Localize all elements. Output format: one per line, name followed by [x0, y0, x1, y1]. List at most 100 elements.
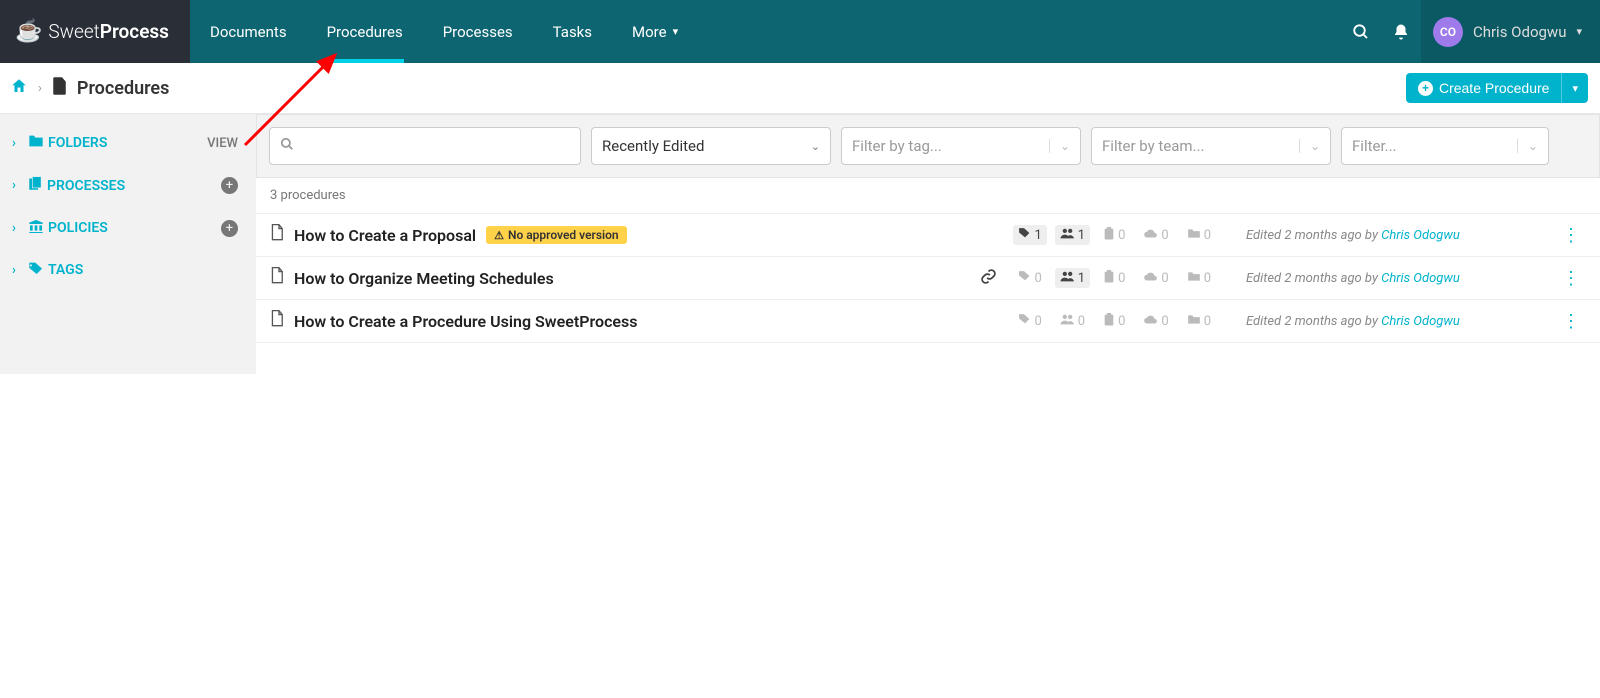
- search-icon[interactable]: [1341, 0, 1381, 63]
- metric-tasks[interactable]: 0: [1098, 268, 1130, 289]
- nav-item-processes[interactable]: Processes: [423, 0, 533, 63]
- cloud-icon: [1143, 228, 1158, 243]
- nav-right: CO Chris Odogwu ▾: [1341, 0, 1600, 63]
- logo[interactable]: ☕ SweetProcess: [0, 0, 190, 63]
- nav-item-more[interactable]: More▾: [612, 0, 698, 63]
- metric-people[interactable]: 1: [1055, 268, 1090, 288]
- search-input[interactable]: [302, 138, 570, 155]
- nav-items: DocumentsProceduresProcessesTasksMore▾: [190, 0, 1341, 63]
- folder-icon: [1187, 271, 1201, 286]
- metric-tags[interactable]: 0: [1013, 311, 1046, 331]
- nav-item-tasks[interactable]: Tasks: [533, 0, 612, 63]
- row-more-button[interactable]: ⋮: [1556, 311, 1586, 332]
- bell-icon[interactable]: [1381, 0, 1421, 63]
- sidebar-item-policies[interactable]: ›POLICIES +: [0, 207, 256, 249]
- metric-folder[interactable]: 0: [1182, 226, 1216, 245]
- metric-cloud[interactable]: 0: [1138, 312, 1173, 331]
- row-title[interactable]: How to Create a Proposal: [294, 226, 476, 245]
- row-metrics: 11000: [1013, 225, 1216, 246]
- sidebar-item-folders[interactable]: › FOLDERS VIEW: [0, 122, 256, 164]
- row-title-wrap: How to Create a Proposal⚠No approved ver…: [270, 224, 627, 246]
- author-link[interactable]: Chris Odogwu: [1381, 228, 1460, 243]
- filter-team-select[interactable]: Filter by team... ⌄: [1091, 127, 1331, 165]
- search-icon: [280, 137, 294, 155]
- processes-icon: [28, 176, 43, 195]
- metric-tags[interactable]: 0: [1013, 268, 1046, 288]
- metric-tasks[interactable]: 0: [1098, 225, 1130, 246]
- author-link[interactable]: Chris Odogwu: [1381, 271, 1460, 286]
- sidebar-add-button[interactable]: +: [221, 220, 238, 237]
- link-icon[interactable]: [980, 268, 997, 289]
- sidebar-item-processes[interactable]: ›PROCESSES +: [0, 164, 256, 207]
- chevron-right-icon: ›: [12, 136, 24, 151]
- breadcrumb-bar: › Procedures + Create Procedure ▾: [0, 63, 1600, 114]
- create-procedure-button[interactable]: + Create Procedure: [1406, 73, 1562, 103]
- top-nav: ☕ SweetProcess DocumentsProceduresProces…: [0, 0, 1600, 63]
- filter-tag-select[interactable]: Filter by tag... ⌄: [841, 127, 1081, 165]
- sidebar-item-label: POLICIES: [48, 220, 108, 236]
- tags-icon: [1018, 313, 1031, 329]
- filter-tag-placeholder: Filter by tag...: [852, 137, 942, 155]
- sidebar-item-left: ›PROCESSES: [12, 176, 125, 195]
- metric-cloud[interactable]: 0: [1138, 226, 1173, 245]
- metric-people[interactable]: 1: [1055, 225, 1090, 245]
- sidebar-item-label: PROCESSES: [47, 178, 125, 194]
- metric-tags[interactable]: 1: [1013, 225, 1046, 245]
- metric-folder[interactable]: 0: [1182, 312, 1216, 331]
- breadcrumb-separator: ›: [38, 81, 42, 96]
- home-icon[interactable]: [10, 77, 28, 100]
- create-dropdown-button[interactable]: ▾: [1561, 73, 1588, 103]
- sidebar-view-button[interactable]: VIEW: [207, 136, 238, 151]
- policies-icon: [28, 219, 44, 237]
- tasks-icon: [1103, 313, 1115, 330]
- row-metrics: 00000: [1013, 311, 1216, 332]
- table-row: How to Organize Meeting Schedules01000Ed…: [256, 257, 1600, 300]
- metric-people[interactable]: 0: [1055, 311, 1090, 331]
- page-title: Procedures: [77, 78, 169, 99]
- sidebar-item-label: FOLDERS: [48, 135, 107, 151]
- people-icon: [1060, 313, 1075, 329]
- chevron-down-icon: ⌄: [1299, 139, 1320, 153]
- metric-tasks[interactable]: 0: [1098, 311, 1130, 332]
- sidebar-item-left: ›TAGS: [12, 261, 83, 279]
- search-input-wrap[interactable]: [269, 127, 581, 165]
- folders-icon: [28, 134, 44, 152]
- nav-item-procedures[interactable]: Procedures: [307, 0, 423, 63]
- procedure-list: How to Create a Proposal⚠No approved ver…: [256, 213, 1600, 343]
- filter-generic-placeholder: Filter...: [1352, 137, 1397, 155]
- row-title-wrap: How to Organize Meeting Schedules: [270, 267, 554, 289]
- user-name: Chris Odogwu: [1473, 23, 1567, 41]
- chevron-down-icon: ▾: [1576, 25, 1582, 38]
- tasks-icon: [1103, 227, 1115, 244]
- row-title[interactable]: How to Organize Meeting Schedules: [294, 269, 554, 288]
- author-link[interactable]: Chris Odogwu: [1381, 314, 1460, 329]
- row-metrics: 01000: [1013, 268, 1216, 289]
- filter-generic-select[interactable]: Filter... ⌄: [1341, 127, 1549, 165]
- people-icon: [1060, 270, 1075, 286]
- row-more-button[interactable]: ⋮: [1556, 268, 1586, 289]
- sidebar-item-left: ›POLICIES: [12, 219, 108, 237]
- document-icon: [270, 224, 284, 246]
- create-button-label: Create Procedure: [1439, 80, 1550, 96]
- people-icon: [1060, 227, 1075, 243]
- row-edited: Edited 2 months ago by Chris Odogwu: [1246, 271, 1546, 286]
- row-more-button[interactable]: ⋮: [1556, 225, 1586, 246]
- row-title[interactable]: How to Create a Procedure Using SweetPro…: [294, 312, 637, 331]
- metric-folder[interactable]: 0: [1182, 269, 1216, 288]
- sidebar: › FOLDERS VIEW ›PROCESSES + ›POLICIES + ›TAGS: [0, 114, 256, 374]
- sidebar-item-tags[interactable]: ›TAGS: [0, 249, 256, 291]
- sidebar-add-button[interactable]: +: [221, 177, 238, 194]
- sort-value: Recently Edited: [602, 137, 704, 155]
- chevron-down-icon: ▾: [673, 25, 679, 38]
- tags-icon: [28, 261, 44, 279]
- nav-item-documents[interactable]: Documents: [190, 0, 307, 63]
- chevron-down-icon: ⌄: [1049, 139, 1070, 153]
- user-menu[interactable]: CO Chris Odogwu ▾: [1421, 0, 1600, 63]
- layout: › FOLDERS VIEW ›PROCESSES + ›POLICIES + ›TAGS R…: [0, 114, 1600, 374]
- result-count: 3 procedures: [256, 178, 1600, 213]
- folder-icon: [1187, 314, 1201, 329]
- breadcrumb: › Procedures: [10, 77, 169, 100]
- metric-cloud[interactable]: 0: [1138, 269, 1173, 288]
- row-edited: Edited 2 months ago by Chris Odogwu: [1246, 228, 1546, 243]
- sort-select[interactable]: Recently Edited ⌄: [591, 127, 831, 165]
